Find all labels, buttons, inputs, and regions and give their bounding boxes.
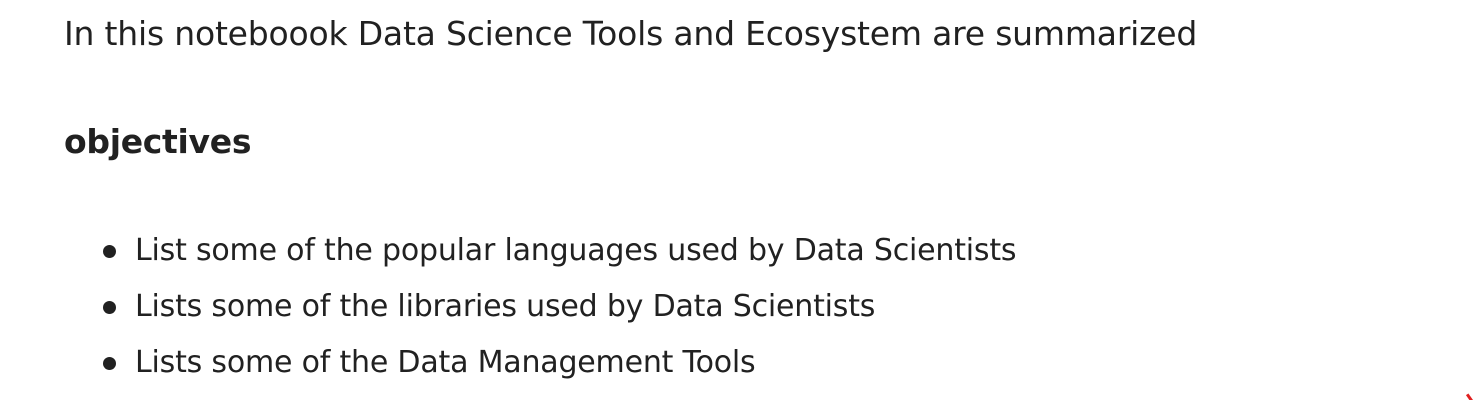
intro-text: In this noteboook Data Science Tools and… bbox=[64, 14, 1198, 53]
markdown-cell: In this noteboook Data Science Tools and… bbox=[64, 0, 1453, 400]
bullet-icon bbox=[103, 245, 116, 258]
objectives-list: List some of the popular languages used … bbox=[64, 226, 1017, 394]
list-item-text: List some of the popular languages used … bbox=[135, 233, 1017, 268]
bullet-icon bbox=[103, 301, 116, 314]
list-item: Lists some of the Data Management Tools bbox=[64, 338, 1016, 394]
list-item-text: Lists some of the Data Management Tools bbox=[135, 345, 756, 380]
list-item: List some of the popular languages used … bbox=[64, 226, 1017, 282]
section-heading: objectives bbox=[64, 122, 252, 161]
list-item: Lists some of the libraries used by Data… bbox=[64, 282, 1016, 338]
bullet-icon bbox=[103, 357, 116, 370]
corner-mark-icon bbox=[1461, 393, 1473, 400]
list-item-text: Lists some of the libraries used by Data… bbox=[135, 289, 876, 324]
